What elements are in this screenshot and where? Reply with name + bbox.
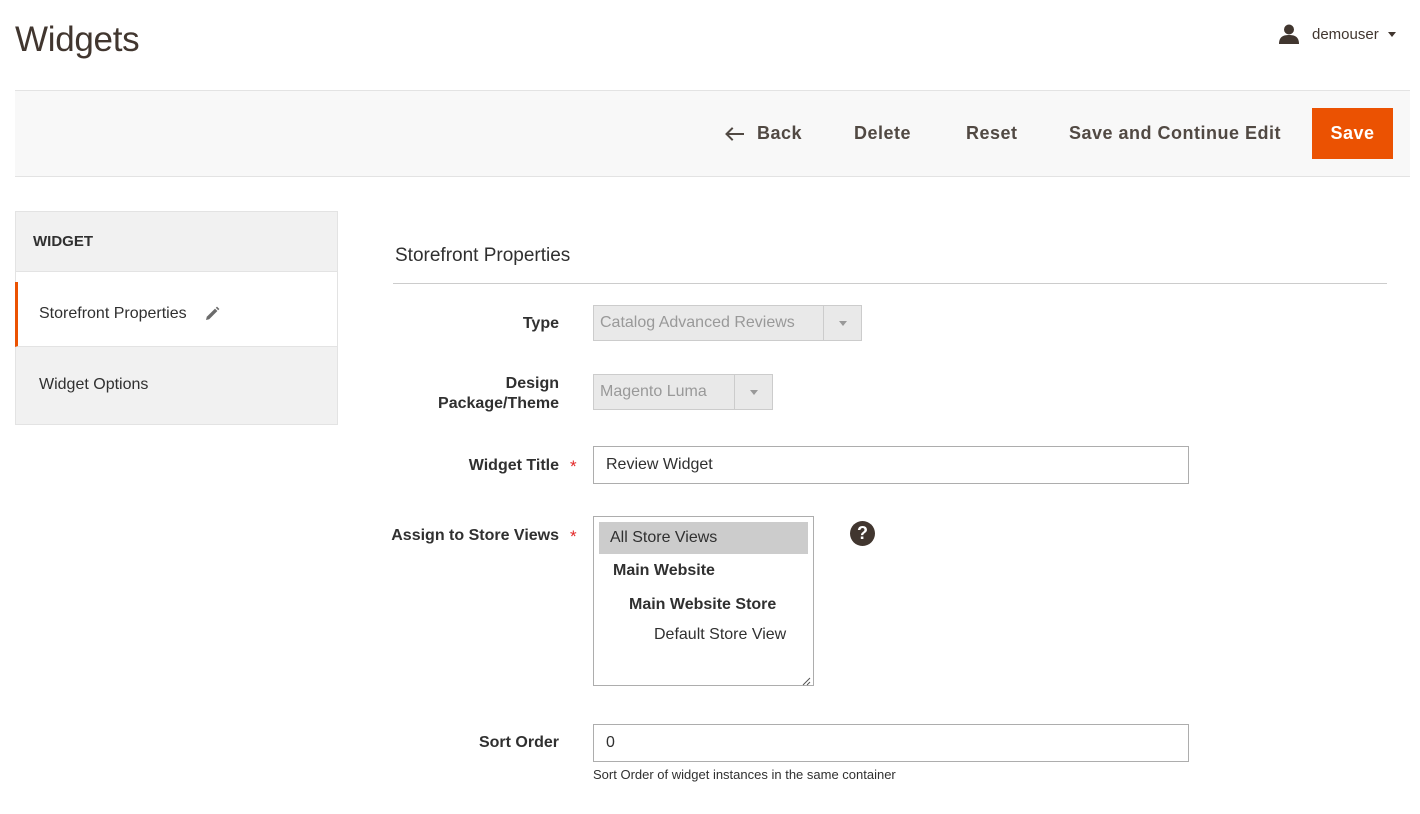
user-icon — [1278, 24, 1300, 44]
store-view-option[interactable]: Default Store View — [599, 622, 808, 648]
page-actions-bar: Back Delete Reset Save and Continue Edit… — [15, 90, 1410, 177]
type-select-value: Catalog Advanced Reviews — [600, 314, 795, 331]
store-view-option[interactable]: All Store Views — [599, 522, 808, 554]
sidebar-divider — [15, 271, 338, 282]
tab-label: Storefront Properties — [39, 305, 187, 322]
widget-title-value: Review Widget — [606, 456, 713, 473]
design-label-line2: Package/Theme — [438, 395, 559, 412]
widget-title-label: Widget Title — [468, 457, 559, 474]
store-views-label: Assign to Store Views — [391, 527, 559, 544]
required-asterisk: * — [570, 457, 577, 476]
tab-storefront-properties[interactable]: Storefront Properties — [15, 282, 338, 347]
tab-widget-options[interactable]: Widget Options — [15, 347, 338, 425]
widget-title-input[interactable]: Review Widget — [593, 446, 1189, 484]
design-label-line1: Design — [505, 375, 559, 392]
sort-order-input[interactable]: 0 — [593, 724, 1189, 762]
chevron-down-icon — [823, 306, 861, 340]
sidebar-title: WIDGET — [15, 211, 338, 271]
design-theme-label: Design Package/Theme — [359, 374, 559, 414]
chevron-down-icon — [734, 375, 772, 409]
design-theme-select: Magento Luma — [593, 374, 773, 410]
pencil-icon — [204, 306, 220, 322]
design-theme-value: Magento Luma — [600, 383, 707, 400]
type-select: Catalog Advanced Reviews — [593, 305, 862, 341]
save-and-continue-button[interactable]: Save and Continue Edit — [1069, 108, 1281, 159]
chevron-down-icon — [1387, 31, 1396, 37]
sort-order-label: Sort Order — [478, 734, 559, 751]
store-view-option: Main Website Store — [629, 596, 777, 613]
user-name: demouser — [1312, 25, 1379, 43]
save-button[interactable]: Save — [1312, 108, 1393, 159]
sort-order-note: Sort Order of widget instances in the sa… — [593, 767, 896, 782]
section-divider — [393, 283, 1387, 284]
back-label: Back — [757, 123, 803, 143]
user-menu[interactable]: demouser — [1278, 24, 1396, 44]
delete-button[interactable]: Delete — [854, 108, 911, 159]
tab-label: Widget Options — [39, 376, 149, 393]
section-title: Storefront Properties — [395, 245, 571, 266]
required-asterisk: * — [570, 527, 577, 546]
reset-button[interactable]: Reset — [966, 108, 1018, 159]
sort-order-value: 0 — [606, 734, 615, 751]
resize-handle-icon[interactable] — [801, 673, 811, 686]
type-label: Type — [522, 315, 559, 332]
question-circle-icon[interactable]: ? — [850, 521, 875, 546]
arrow-left-icon — [724, 126, 744, 141]
widget-tabs-sidebar: WIDGET Storefront Properties Widget Opti… — [15, 211, 338, 425]
store-views-multiselect[interactable]: All Store Views Main Website Main Websit… — [593, 516, 814, 686]
back-button[interactable]: Back — [724, 108, 802, 159]
page-title: Widgets — [15, 20, 140, 59]
store-view-option: Main Website — [613, 562, 715, 579]
